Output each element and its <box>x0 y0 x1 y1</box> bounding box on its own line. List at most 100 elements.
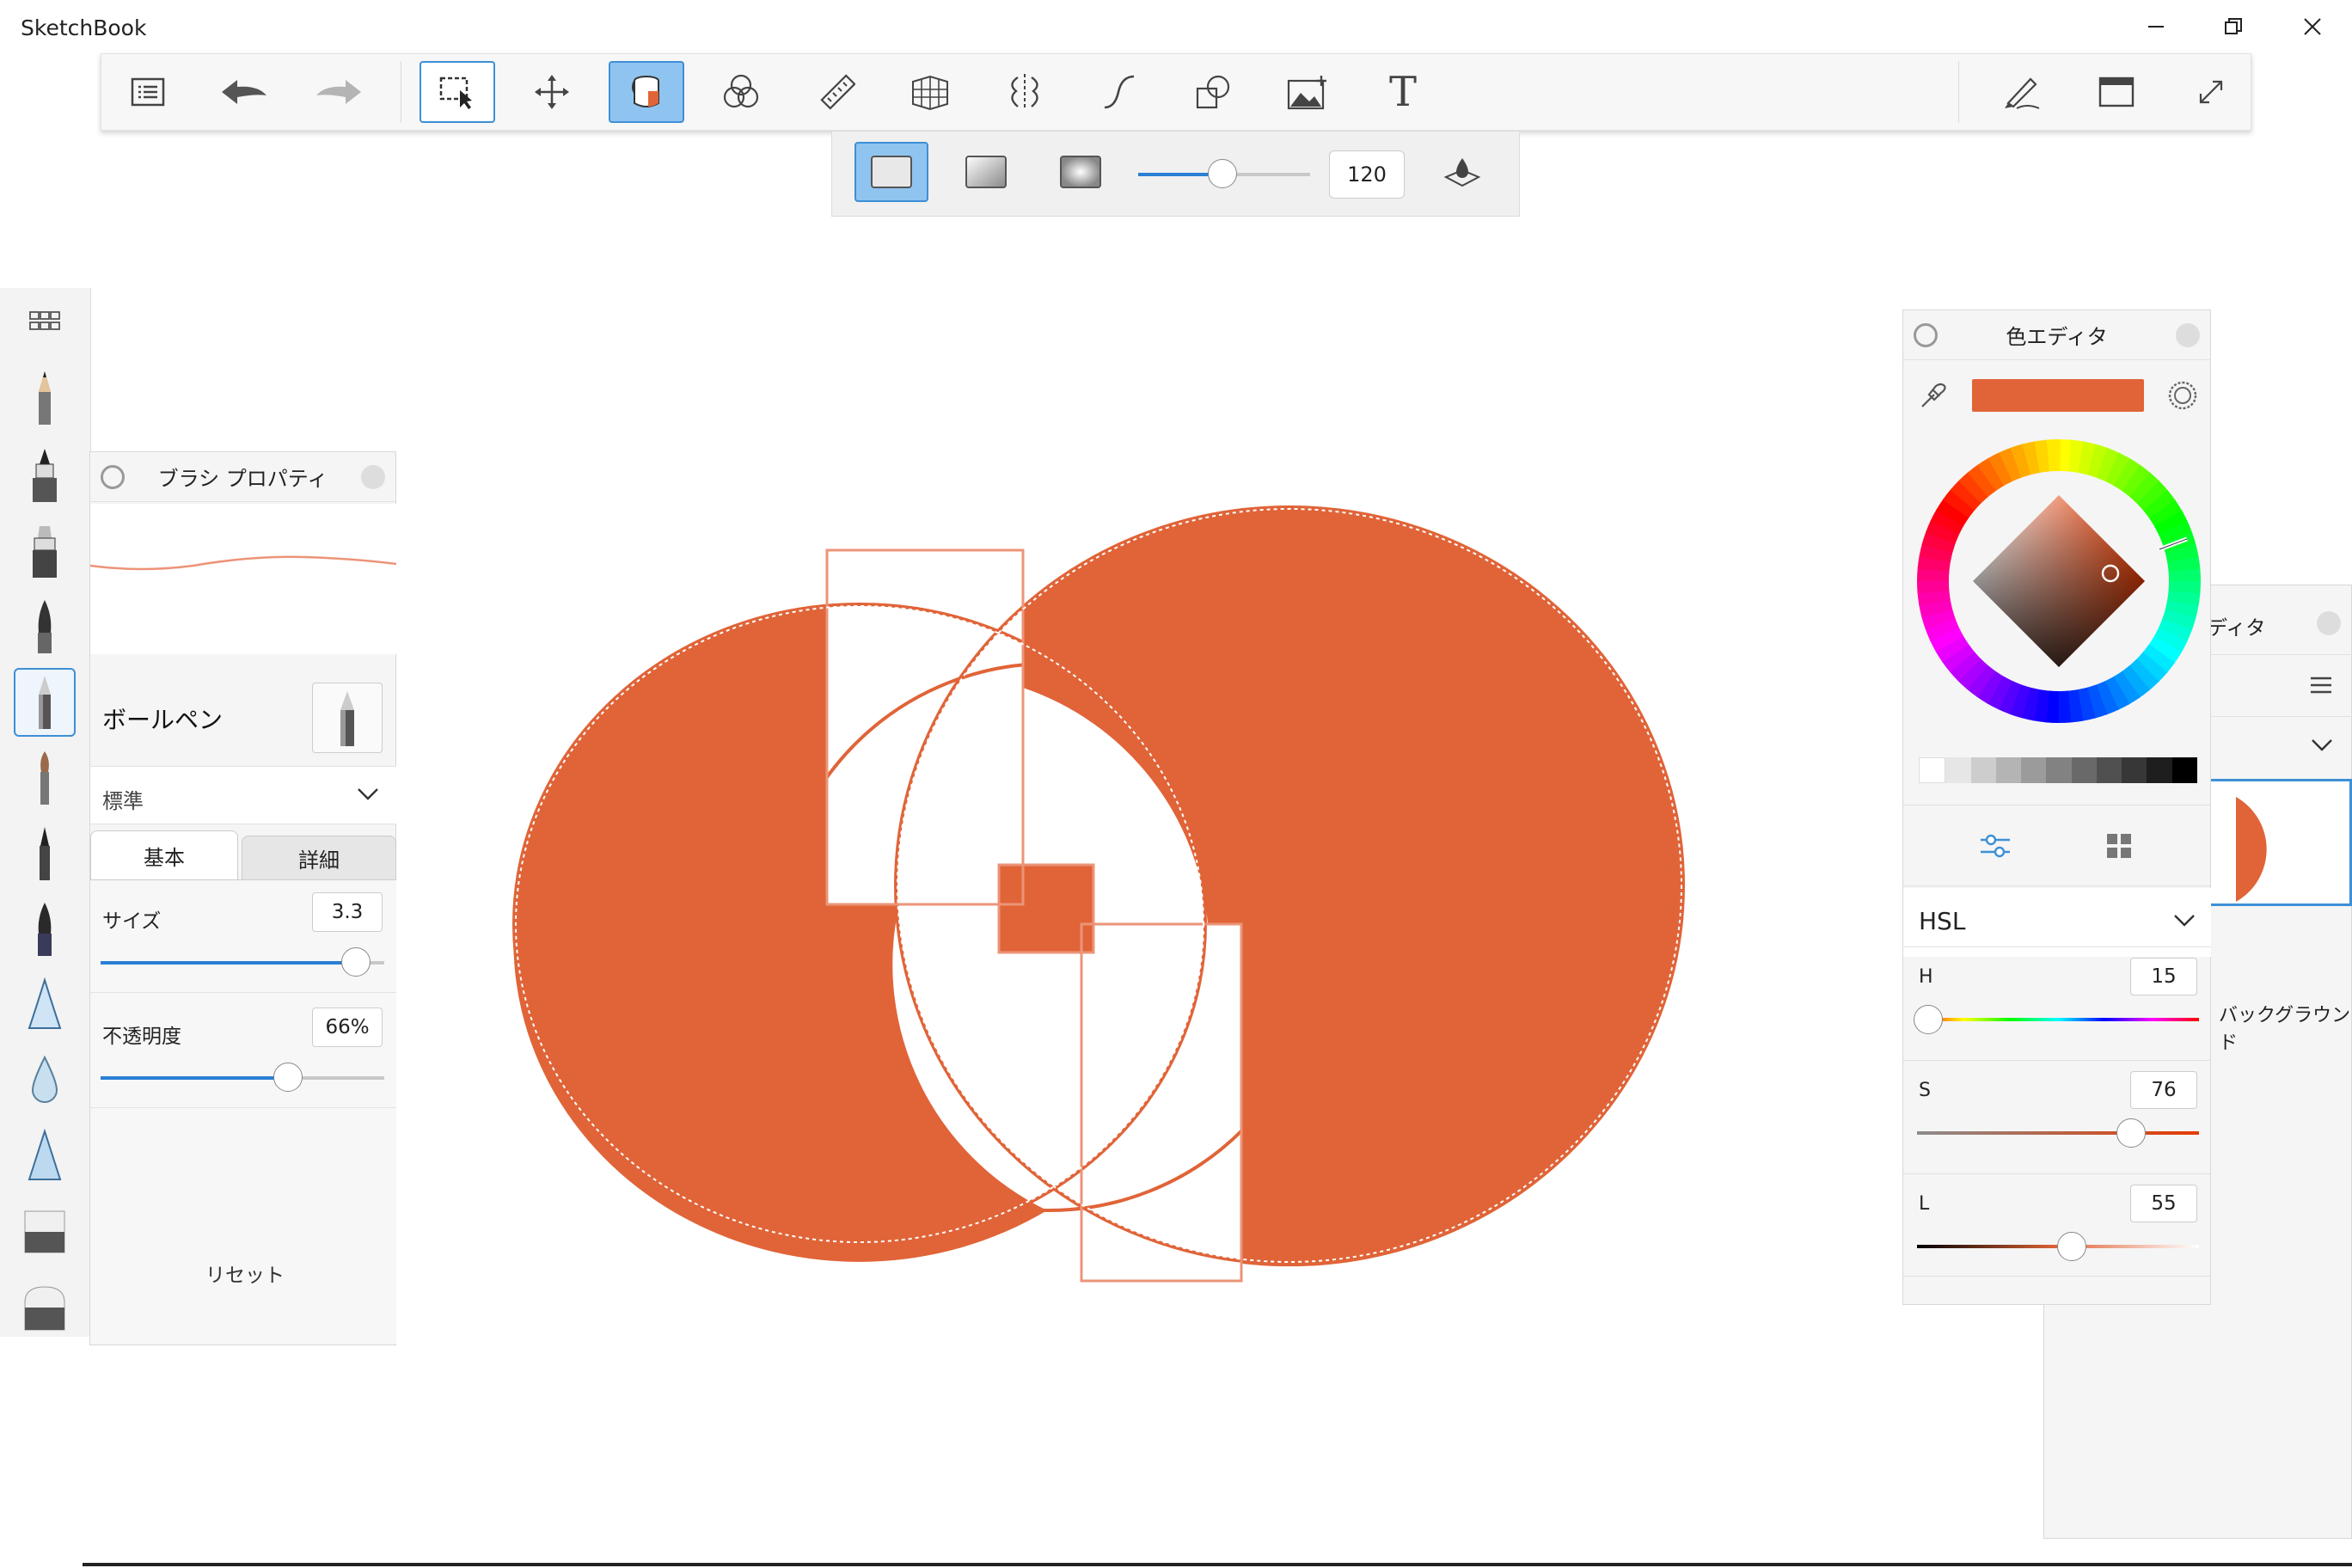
close-button[interactable] <box>2273 0 2352 53</box>
color-model-label: HSL <box>1919 907 1966 935</box>
brush-library-button[interactable] <box>14 295 76 346</box>
close-icon <box>2304 18 2321 35</box>
add-image-button[interactable] <box>1271 61 1346 123</box>
felt-pen-brush[interactable] <box>14 819 76 888</box>
nib-pen-brush[interactable] <box>14 895 76 964</box>
taskbar-edge <box>83 1563 2352 1566</box>
swatch[interactable] <box>2071 757 2097 783</box>
airbrush-brush[interactable] <box>14 971 76 1039</box>
sliders-icon[interactable] <box>1979 831 2012 861</box>
ruler-button[interactable] <box>798 61 873 123</box>
perspective-guide-button[interactable] <box>892 61 968 123</box>
hue-slider-track[interactable] <box>1917 1018 2199 1021</box>
shapes-button[interactable] <box>1176 61 1252 123</box>
symmetry-icon <box>1011 74 1038 110</box>
chevron-down-icon <box>358 788 378 800</box>
linear-gradient-button[interactable] <box>949 142 1023 202</box>
eyedropper-icon[interactable] <box>1917 381 1946 410</box>
brush-thumbnail[interactable] <box>312 683 383 753</box>
app-title: SketchBook <box>21 15 147 40</box>
hard-eraser-brush[interactable] <box>14 1197 76 1266</box>
menu-button[interactable] <box>110 61 186 123</box>
lightness-slider-knob[interactable] <box>2057 1232 2087 1261</box>
preset-dropdown[interactable]: 標準 <box>90 766 396 824</box>
swatch[interactable] <box>1945 757 1971 783</box>
swatch[interactable] <box>2171 757 2197 783</box>
size-value-field[interactable]: 3.3 <box>312 892 383 932</box>
marker-brush[interactable] <box>14 517 76 585</box>
opacity-slider-knob[interactable] <box>273 1063 303 1092</box>
symmetry-button[interactable] <box>987 61 1063 123</box>
brush-properties-panel: ブラシ プロパティ ボールペン 標準 基本 詳細 サイズ 3.3 不透明度 66… <box>89 451 396 1345</box>
swatch-grid-icon[interactable] <box>2104 831 2134 861</box>
tab-detail[interactable]: 詳細 <box>242 836 396 880</box>
soft-eraser-icon <box>24 1286 65 1331</box>
tab-basic[interactable]: 基本 <box>90 830 238 880</box>
background-layer-label: バックグラウンド <box>2219 1005 2351 1054</box>
hue-value-field[interactable]: 15 <box>2130 958 2197 995</box>
color-wheel[interactable] <box>1917 439 2201 723</box>
opacity-value-field[interactable]: 66% <box>312 1008 383 1047</box>
color-mode-tabs <box>1903 805 2211 886</box>
minimize-button[interactable] <box>2116 0 2196 53</box>
chevron-down-icon[interactable] <box>2311 738 2333 752</box>
curve-button[interactable] <box>1081 61 1157 123</box>
eraser-icon <box>24 1210 65 1253</box>
color-editor-panel: 色エディタ HSL H 15 S 76 L 55 <box>1902 309 2211 1305</box>
swatch[interactable] <box>2096 757 2122 783</box>
saturation-slider-track[interactable] <box>1917 1131 2199 1135</box>
minimize-icon <box>2148 26 2164 28</box>
panel-close-button[interactable] <box>2176 323 2200 347</box>
color-blend-button[interactable] <box>703 61 779 123</box>
blend-brush[interactable] <box>14 1046 76 1115</box>
color-palette-icon[interactable] <box>2166 379 2199 412</box>
swatch[interactable] <box>2021 757 2047 783</box>
nib-pen-icon <box>38 903 52 956</box>
fullscreen-button[interactable] <box>2173 61 2249 123</box>
window-toggle-button[interactable] <box>2079 61 2154 123</box>
tolerance-value-field[interactable]: 120 <box>1329 150 1405 199</box>
size-slider-knob[interactable] <box>341 947 371 977</box>
pencil-brush[interactable] <box>14 364 76 432</box>
ballpoint-pen-brush[interactable] <box>14 668 76 737</box>
text-button[interactable]: T <box>1365 61 1441 123</box>
lightness-value-field[interactable]: 55 <box>2130 1185 2197 1222</box>
panel-close-button[interactable] <box>2317 611 2341 635</box>
chevron-down-icon <box>2174 915 2195 927</box>
swatch[interactable] <box>2046 757 2072 783</box>
inking-pen-brush[interactable] <box>14 441 76 510</box>
pin-icon[interactable] <box>101 465 125 489</box>
swatch[interactable] <box>2122 757 2147 783</box>
hue-slider-knob[interactable] <box>1914 1005 1944 1034</box>
panel-close-button[interactable] <box>361 465 385 489</box>
fountain-pen-brush[interactable] <box>14 592 76 661</box>
radial-gradient-button[interactable] <box>1044 142 1118 202</box>
soft-eraser-brush[interactable] <box>14 1273 76 1342</box>
swatch[interactable] <box>1970 757 1996 783</box>
selection-button[interactable] <box>420 61 495 123</box>
solid-fill-button[interactable] <box>854 142 928 202</box>
swatch[interactable] <box>1995 757 2022 783</box>
redo-icon <box>316 80 361 104</box>
saturation-value-field[interactable]: 76 <box>2130 1071 2197 1109</box>
sample-layer-button[interactable] <box>1425 142 1499 202</box>
saturation-slider-knob[interactable] <box>2116 1118 2147 1148</box>
triangle-brush[interactable] <box>14 1122 76 1191</box>
pencil-icon <box>39 371 51 425</box>
paintbrush-brush[interactable] <box>14 744 76 812</box>
restore-button[interactable] <box>2194 0 2273 53</box>
tolerance-slider-knob[interactable] <box>1208 159 1237 188</box>
redo-button[interactable] <box>301 61 377 123</box>
hamburger-menu-icon[interactable] <box>2309 675 2333 695</box>
pin-icon[interactable] <box>1914 323 1938 347</box>
reset-button[interactable]: リセット <box>176 1252 314 1295</box>
fill-bucket-button[interactable] <box>609 61 684 123</box>
swatch[interactable] <box>1919 757 1946 783</box>
drawing-canvas[interactable] <box>481 499 1702 1307</box>
brush-toggle-button[interactable] <box>1984 61 2060 123</box>
undo-button[interactable] <box>206 61 282 123</box>
current-color-swatch[interactable] <box>1972 379 2144 412</box>
restore-icon <box>2225 18 2242 34</box>
swatch[interactable] <box>2147 757 2172 783</box>
move-transform-button[interactable] <box>514 61 590 123</box>
